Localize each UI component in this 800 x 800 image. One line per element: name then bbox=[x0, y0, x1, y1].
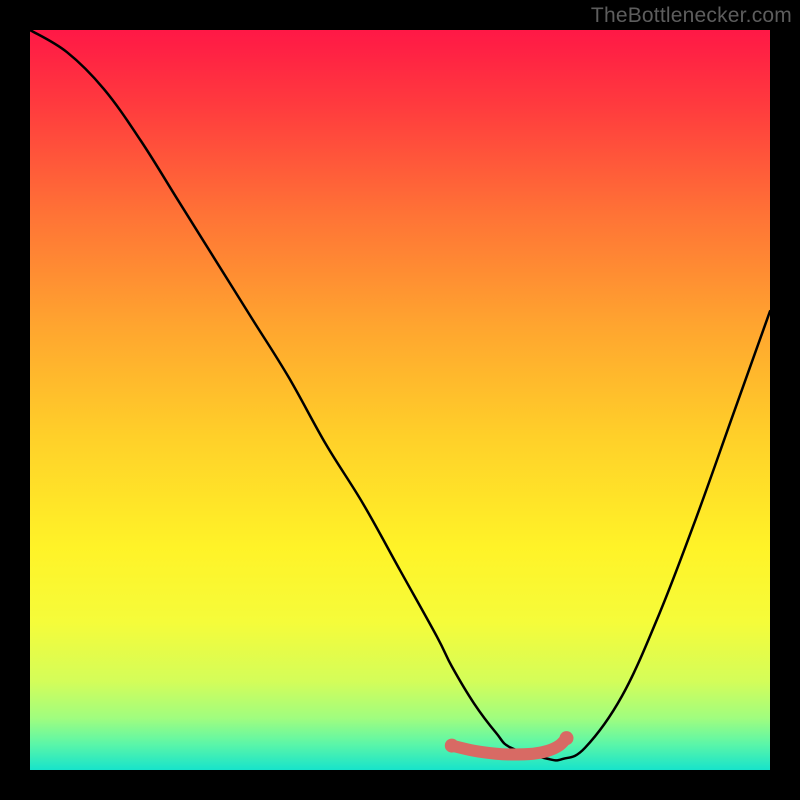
watermark-text: TheBottlenecker.com bbox=[591, 4, 792, 28]
bottleneck-chart bbox=[30, 30, 770, 770]
highlight-end-dot bbox=[560, 731, 574, 745]
highlight-start-dot bbox=[445, 739, 459, 753]
